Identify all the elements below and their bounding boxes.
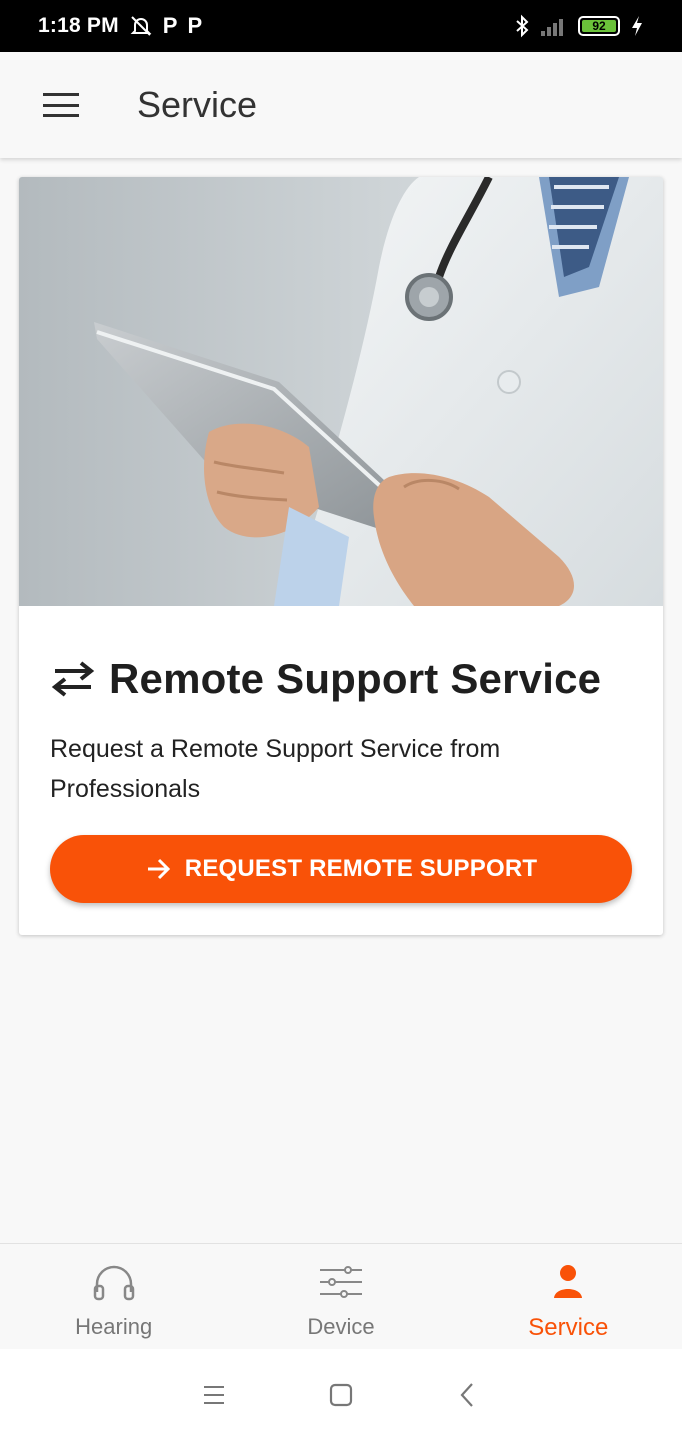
- card-title: Remote Support Service: [109, 655, 602, 702]
- alarm-off-icon: [130, 16, 152, 36]
- nav-label-device: Device: [307, 1314, 375, 1339]
- app-bar: Service: [0, 52, 682, 158]
- signal-icon: [541, 19, 563, 36]
- person-icon: [554, 1265, 583, 1298]
- battery-level: 92: [582, 19, 616, 33]
- charging-icon: [632, 16, 642, 36]
- nav-label-service: Service: [528, 1314, 609, 1341]
- sliders-icon: [319, 1266, 362, 1298]
- remote-support-card: Remote Support Service Request a Remote …: [19, 177, 663, 935]
- nav-item-device[interactable]: Device: [227, 1244, 454, 1349]
- card-description: Request a Remote Support Service from Pr…: [50, 735, 501, 803]
- system-nav-bar: [0, 1349, 682, 1440]
- parking-app-icon: P: [187, 13, 203, 38]
- battery-body: 92: [578, 16, 620, 36]
- nav-label-hearing: Hearing: [75, 1314, 153, 1339]
- nav-item-service[interactable]: Service: [455, 1244, 682, 1349]
- swap-arrows-icon: [51, 661, 95, 697]
- status-time: 1:18 PM: [38, 14, 119, 37]
- status-bar: 1:18 PM P P 92: [0, 0, 682, 52]
- headphones-icon: [93, 1265, 134, 1301]
- card-title-row: Remote Support Service: [49, 655, 601, 703]
- battery-icon: 92: [578, 16, 620, 36]
- status-right: 92: [514, 14, 644, 38]
- arrow-right-icon: [147, 858, 170, 880]
- recents-icon[interactable]: [199, 1380, 229, 1410]
- bottom-nav: Hearing Device Service: [0, 1243, 682, 1349]
- page-title: Service: [137, 84, 258, 125]
- status-left: 1:18 PM P P: [38, 13, 202, 39]
- doctor-tablet-image: [19, 177, 663, 606]
- request-button-label: REQUEST REMOTE SUPPORT: [184, 855, 538, 882]
- home-icon[interactable]: [326, 1380, 356, 1410]
- parking-app-icon: P: [162, 13, 178, 38]
- hamburger-menu-icon[interactable]: [43, 93, 79, 117]
- bluetooth-icon: [516, 14, 529, 38]
- back-icon[interactable]: [453, 1380, 483, 1410]
- nav-item-hearing[interactable]: Hearing: [0, 1244, 227, 1349]
- request-remote-support-button[interactable]: REQUEST REMOTE SUPPORT: [50, 835, 632, 903]
